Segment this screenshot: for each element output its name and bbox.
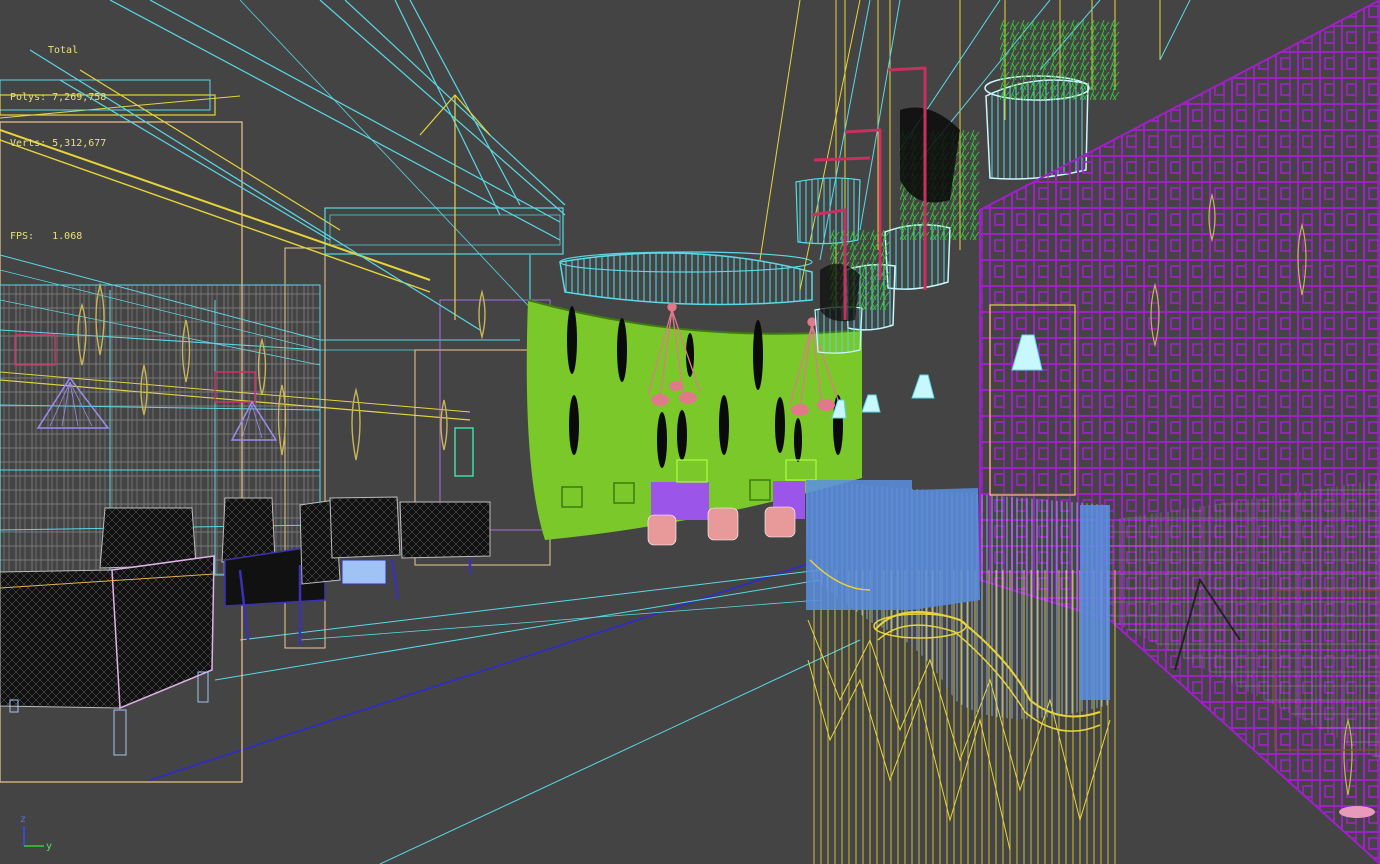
wireframe-scene[interactable]: [0, 0, 1380, 864]
sofa: [0, 555, 215, 756]
axis-gizmo: z y: [20, 814, 52, 852]
verts-count: Verts: 5,312,677: [10, 138, 107, 149]
z-axis-label: z: [20, 814, 26, 825]
polys-count: Polys: 7,269,758: [10, 91, 107, 103]
viewport-statistics: Total Polys: 7,269,758 Verts: 5,312,677 …: [10, 12, 106, 275]
floor-plant-left: [454, 427, 474, 477]
ring-chandelier: [559, 251, 813, 306]
fps-readout: FPS: 1.068: [10, 230, 83, 242]
floor-lines: [149, 559, 861, 864]
stats-title: Total: [48, 45, 79, 56]
3d-viewport[interactable]: Total Polys: 7,269,758 Verts: 5,312,677 …: [0, 0, 1380, 864]
y-axis-label: y: [46, 841, 52, 852]
